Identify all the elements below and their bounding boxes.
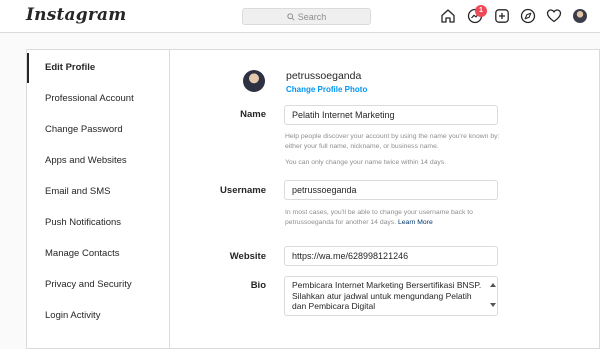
profile-username: petrussoeganda — [286, 70, 362, 82]
sidebar-item-apps-and-websites[interactable]: Apps and Websites — [27, 146, 169, 176]
change-profile-photo-link[interactable]: Change Profile Photo — [286, 85, 367, 94]
username-label: Username — [220, 185, 266, 196]
top-navigation-bar: Instagram Search 1 — [0, 0, 600, 33]
bio-scroll-down-arrow[interactable] — [490, 303, 496, 307]
website-label: Website — [229, 251, 266, 262]
username-help-body: In most cases, you'll be able to change … — [285, 209, 473, 226]
search-placeholder: Search — [297, 11, 327, 22]
heart-icon[interactable] — [546, 8, 562, 24]
website-field[interactable]: https://wa.me/628998121246 — [284, 246, 498, 266]
avatar[interactable] — [573, 9, 587, 23]
notification-badge: 1 — [475, 5, 487, 17]
name-help-text: Help people discover your account by usi… — [285, 133, 500, 150]
instagram-logo[interactable]: Instagram — [26, 5, 126, 25]
username-field[interactable]: petrussoeganda — [284, 180, 498, 200]
sidebar-item-edit-profile[interactable]: Edit Profile — [27, 53, 169, 83]
sidebar-item-login-activity[interactable]: Login Activity — [27, 301, 169, 331]
new-post-icon[interactable] — [494, 8, 510, 24]
search-input[interactable]: Search — [242, 8, 371, 25]
name-change-limit-text: You can only change your name twice with… — [285, 159, 447, 166]
search-icon — [287, 12, 295, 21]
name-field[interactable]: Pelatih Internet Marketing — [284, 105, 498, 125]
profile-avatar[interactable] — [243, 70, 265, 92]
explore-icon[interactable] — [520, 8, 536, 24]
username-help-text: In most cases, you'll be able to change … — [285, 208, 505, 227]
sidebar-item-push-notifications[interactable]: Push Notifications — [27, 208, 169, 238]
bio-label: Bio — [250, 280, 266, 291]
learn-more-link[interactable]: Learn More — [398, 219, 433, 226]
settings-sidebar: Edit Profile Professional Account Change… — [27, 50, 170, 348]
bio-textarea[interactable]: Pembicara Internet Marketing Bersertifik… — [284, 276, 498, 316]
bio-scroll-up-arrow[interactable] — [490, 283, 496, 287]
name-label: Name — [240, 109, 266, 120]
home-icon[interactable] — [440, 8, 456, 24]
